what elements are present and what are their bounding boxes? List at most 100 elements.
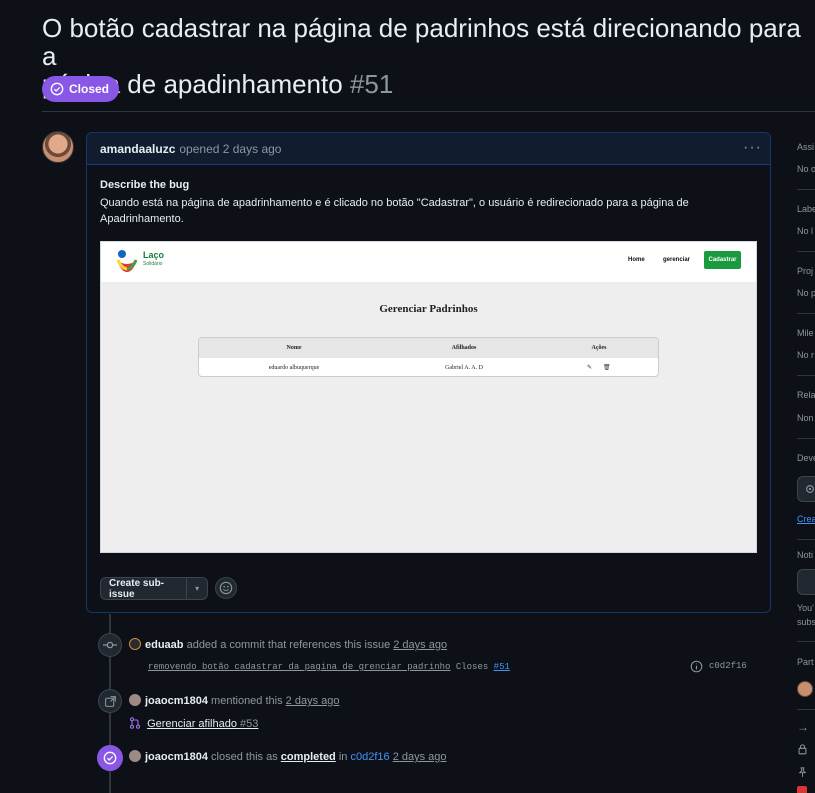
table-row: eduardo albuquerque Gabriel A. A. D ✎ 🗑: [199, 358, 658, 376]
event-action: added a commit that references this issu…: [186, 639, 391, 651]
trash-icon: 🗑: [603, 365, 611, 371]
sidebar-labels-value: No l: [797, 226, 814, 236]
sidebar-milestone-heading[interactable]: Mile: [797, 328, 814, 338]
closed-event: joaocm1804 closed this as completed in c…: [129, 750, 447, 763]
event-in: in: [338, 751, 348, 763]
mention-event: joaocm1804 mentioned this 2 days ago: [129, 694, 339, 707]
pencil-icon: ✎: [587, 365, 593, 371]
avatar[interactable]: [42, 131, 74, 163]
sidebar-milestone-value: No r: [797, 350, 815, 360]
git-pull-request-icon: [129, 717, 141, 729]
cell-afilhados: Gabriel A. A. D: [445, 365, 483, 371]
create-branch-link[interactable]: Crea: [797, 514, 815, 524]
cross-reference-icon: [104, 695, 116, 707]
lock-icon[interactable]: [797, 742, 808, 760]
event-user-link[interactable]: joaocm1804: [145, 751, 208, 763]
mentioned-pr-number: #53: [240, 718, 259, 730]
create-sub-issue-button[interactable]: Create sub-issue ▾: [100, 577, 208, 600]
trash-icon[interactable]: [797, 786, 807, 793]
logo-subword: Solidário: [143, 261, 163, 267]
screenshot-navbar: Laço Solidário Home gerenciar Cadastrar: [101, 242, 756, 282]
column-header-afilhados: Afilhados: [451, 345, 477, 351]
comment-body: Quando está na página de apadrinhamento …: [100, 195, 750, 227]
cell-nome: eduardo albuquerque: [268, 365, 320, 371]
check-circle-icon: [103, 751, 117, 765]
screenshot-nav-gerenciar: gerenciar: [663, 257, 691, 263]
completed-link[interactable]: completed: [281, 751, 336, 763]
event-user-link[interactable]: eduaab: [145, 639, 184, 651]
avatar[interactable]: [129, 638, 141, 650]
commit-event-badge: [98, 633, 122, 657]
sidebar-assignees-value: No o: [797, 164, 815, 174]
sidebar-notifications-heading: Noti: [797, 550, 814, 560]
commit-event: eduaab added a commit that references th…: [129, 638, 447, 651]
avatar[interactable]: [129, 694, 141, 706]
comment-meta: opened 2 days ago: [179, 141, 282, 156]
sidebar-divider: [797, 189, 815, 190]
git-commit-icon: [103, 641, 117, 649]
comment-header: amandaaluzc opened 2 days ago ···: [87, 133, 770, 165]
commit-closes-ref-link[interactable]: #51: [494, 662, 510, 672]
more-options-icon[interactable]: ···: [743, 139, 762, 157]
subscribe-button[interactable]: [797, 569, 815, 595]
arrow-right-icon[interactable]: →: [797, 720, 809, 734]
sidebar-divider: [797, 641, 815, 642]
screenshot-nav-home: Home: [628, 257, 645, 263]
status-label: Closed: [69, 82, 110, 96]
chevron-down-icon[interactable]: ▾: [186, 578, 207, 599]
sidebar-divider: [797, 313, 815, 314]
event-time-link[interactable]: 2 days ago: [393, 639, 447, 651]
status-badge: Closed: [42, 76, 120, 102]
event-action: mentioned this: [211, 695, 283, 707]
header-divider: [42, 111, 815, 112]
sidebar-projects-heading[interactable]: Proj: [797, 266, 813, 276]
sidebar-projects-value: No p: [797, 288, 815, 298]
event-time-link[interactable]: 2 days ago: [286, 695, 340, 707]
comment-author-link[interactable]: amandaaluzc: [100, 142, 175, 156]
issue-title: O botão cadastrar na página de padrinhos…: [42, 14, 815, 98]
column-header-nome: Nome: [286, 345, 302, 351]
issue-number: #51: [349, 69, 394, 99]
mentioned-pr-row: Gerenciar afilhado #53: [129, 717, 258, 730]
branch-picker-button[interactable]: [797, 476, 815, 502]
sidebar-labels-heading[interactable]: Labe: [797, 204, 815, 214]
event-action: closed this as: [211, 751, 278, 763]
screenshot-table-header: Nome Afilhados Ações: [199, 338, 658, 358]
sidebar-divider: [797, 438, 815, 439]
laco-solidario-logo: Laço Solidário: [115, 248, 175, 276]
avatar[interactable]: [797, 681, 813, 697]
commit-sha-link[interactable]: c0d2f16: [709, 661, 747, 671]
gear-icon: [806, 485, 814, 493]
commit-row: removendo botão cadastrar da pagina de g…: [148, 662, 510, 672]
info-icon[interactable]: [690, 660, 703, 678]
sidebar-assignees-heading[interactable]: Assi: [797, 142, 814, 152]
avatar[interactable]: [129, 750, 141, 762]
issue-title-line1: O botão cadastrar na página de padrinhos…: [42, 13, 801, 71]
create-sub-issue-label: Create sub-issue: [109, 577, 165, 600]
sidebar-divider: [797, 251, 815, 252]
notifications-text-line1: You': [797, 603, 814, 613]
sidebar-relationships-heading[interactable]: Rela: [797, 390, 815, 400]
event-user-link[interactable]: joaocm1804: [145, 695, 208, 707]
embedded-screenshot[interactable]: Laço Solidário Home gerenciar Cadastrar …: [100, 241, 757, 553]
commit-closes: Closes: [455, 662, 489, 672]
commit-message-link[interactable]: removendo botão cadastrar da pagina de g…: [148, 662, 450, 672]
pin-icon[interactable]: [797, 765, 808, 783]
event-time-link[interactable]: 2 days ago: [393, 751, 447, 763]
issue-comment: amandaaluzc opened 2 days ago ··· Descri…: [86, 132, 771, 613]
mentioned-pr-title: Gerenciar afilhado: [147, 718, 237, 730]
add-reaction-button[interactable]: [215, 577, 237, 599]
comment-body-line2: Apadrinhamento.: [100, 213, 184, 225]
sidebar-relationships-value: Non: [797, 413, 814, 423]
column-header-acoes: Ações: [591, 345, 607, 351]
mentioned-pr-link[interactable]: Gerenciar afilhado #53: [147, 718, 258, 730]
screenshot-table: Nome Afilhados Ações eduardo albuquerque…: [198, 337, 659, 377]
sidebar-development-heading[interactable]: Deve: [797, 453, 815, 463]
screenshot-cadastrar-button: Cadastrar: [704, 251, 741, 269]
closing-commit-link[interactable]: c0d2f16: [350, 751, 389, 763]
closed-event-badge: [97, 745, 123, 771]
logo-word: Laço: [143, 250, 165, 260]
smiley-icon: [219, 581, 233, 595]
mention-event-badge: [98, 689, 122, 713]
comment-heading: Describe the bug: [100, 179, 190, 191]
